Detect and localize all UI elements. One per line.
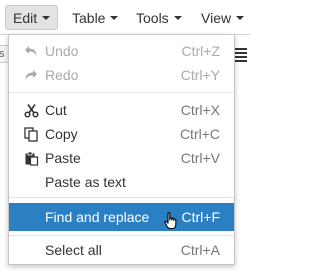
menu-item-shortcut: Ctrl+C xyxy=(179,126,220,142)
menu-item-shortcut: Ctrl+A xyxy=(180,242,220,258)
caret-down-icon xyxy=(173,15,182,20)
menu-item-select-all[interactable]: Select all Ctrl+A xyxy=(9,238,234,262)
menu-item-label: Undo xyxy=(45,43,79,59)
menu-item-undo[interactable]: Undo Ctrl+Z xyxy=(9,39,234,63)
undo-icon xyxy=(23,43,39,59)
menu-item-label: Find and replace xyxy=(45,209,150,225)
menu-item-label: Paste xyxy=(45,150,81,166)
scissors-icon xyxy=(23,102,39,118)
align-justify-icon[interactable] xyxy=(233,46,249,62)
menu-item-copy[interactable]: Copy Ctrl+C xyxy=(9,122,234,146)
menu-item-find-and-replace[interactable]: Find and replace Ctrl+F xyxy=(9,203,234,231)
menu-tools-button[interactable]: Tools xyxy=(129,5,189,30)
menu-item-label: Redo xyxy=(45,67,79,83)
menu-item-shortcut: Ctrl+V xyxy=(180,150,220,166)
caret-down-icon xyxy=(110,15,119,20)
menu-view-button[interactable]: View xyxy=(194,5,251,30)
menu-table-button[interactable]: Table xyxy=(65,5,125,30)
menu-item-paste-as-text[interactable]: Paste as text xyxy=(9,170,234,194)
toolbar-format-label: ts xyxy=(0,48,5,60)
menu-edit-label: Edit xyxy=(13,9,38,26)
menu-item-label: Cut xyxy=(45,102,67,118)
menu-item-shortcut: Ctrl+F xyxy=(181,209,221,225)
menu-view-label: View xyxy=(201,9,232,26)
menu-separator xyxy=(9,92,234,93)
menu-item-paste[interactable]: Paste Ctrl+V xyxy=(9,146,234,170)
menu-table-label: Table xyxy=(72,9,106,26)
edit-menu-dropdown: Undo Ctrl+Z Redo Ctrl+Y Cut Ctrl+X Copy xyxy=(8,34,235,265)
menu-item-label: Copy xyxy=(45,126,78,142)
menu-separator xyxy=(9,197,234,198)
caret-down-icon xyxy=(42,15,51,20)
menu-item-label: Select all xyxy=(45,242,102,258)
menu-item-shortcut: Ctrl+Z xyxy=(181,43,221,59)
menubar: Edit Table Tools View xyxy=(0,0,250,35)
menu-separator xyxy=(9,235,234,236)
menu-edit-button[interactable]: Edit xyxy=(5,5,59,30)
menu-item-shortcut: Ctrl+X xyxy=(180,102,220,118)
menu-item-cut[interactable]: Cut Ctrl+X xyxy=(9,98,234,122)
copy-icon xyxy=(23,126,39,142)
redo-icon xyxy=(23,67,39,83)
menu-item-shortcut: Ctrl+Y xyxy=(180,67,220,83)
menu-item-label: Paste as text xyxy=(45,174,126,190)
menu-item-redo[interactable]: Redo Ctrl+Y xyxy=(9,63,234,87)
paste-icon xyxy=(23,150,39,166)
caret-down-icon xyxy=(236,15,245,20)
menu-tools-label: Tools xyxy=(136,9,169,26)
hand-pointer-cursor-icon xyxy=(164,212,178,230)
